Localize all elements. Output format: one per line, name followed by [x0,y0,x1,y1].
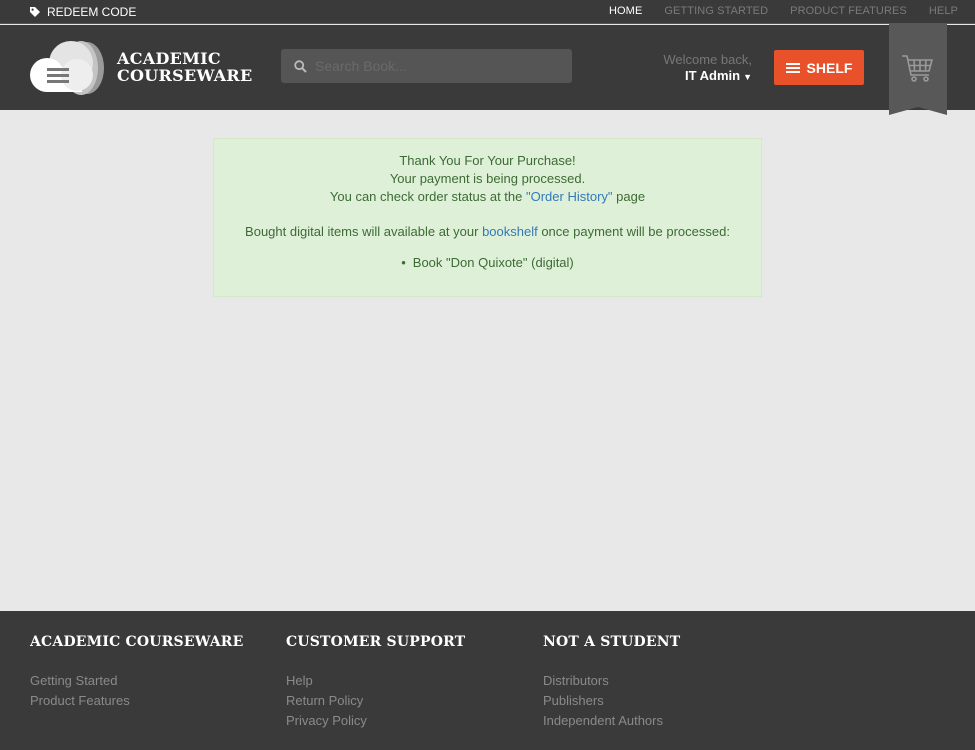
search-input[interactable] [315,58,555,74]
footer-col-academic: ACADEMIC COURSEWARE Getting Started Prod… [30,634,244,711]
purchase-success-alert: Thank You For Your Purchase! Your paymen… [213,138,762,297]
footer-col-not-student: NOT A STUDENT Distributors Publishers In… [543,634,680,731]
hamburger-icon [785,62,800,73]
footer-link-product-features[interactable]: Product Features [30,691,244,711]
main-header: ACADEMIC COURSEWARE Welcome back, IT Adm… [0,23,975,115]
nav-home[interactable]: HOME [609,5,642,17]
caret-down-icon: ▼ [743,72,752,82]
search-box[interactable] [281,49,572,83]
bookshelf-info-prefix: Bought digital items will available at y… [245,224,483,239]
footer-col-title: ACADEMIC COURSEWARE [30,634,244,650]
footer-col-title: CUSTOMER SUPPORT [286,634,466,650]
bookshelf-info-text: Bought digital items will available at y… [214,223,761,241]
purchased-item: Book "Don Quixote" (digital) [214,254,761,272]
purchased-items-list: Book "Don Quixote" (digital) [214,254,761,272]
top-bar: REDEEM CODE HOME GETTING STARTED PRODUCT… [0,0,975,24]
nav-help[interactable]: HELP [929,5,958,17]
footer-link-getting-started[interactable]: Getting Started [30,671,244,691]
thank-you-text: Thank You For Your Purchase! [399,153,576,168]
logo-text: ACADEMIC COURSEWARE [117,50,253,84]
footer: ACADEMIC COURSEWARE Getting Started Prod… [0,611,975,750]
footer-link-independent-authors[interactable]: Independent Authors [543,711,680,731]
shelf-label: SHELF [806,59,853,76]
footer-link-publishers[interactable]: Publishers [543,691,680,711]
order-status-prefix: You can check order status at the [329,189,526,204]
order-status-suffix: page [612,189,646,204]
footer-col-title: NOT A STUDENT [543,634,681,650]
footer-link-help[interactable]: Help [286,671,465,691]
footer-link-distributors[interactable]: Distributors [543,671,680,691]
cart-ribbon[interactable] [889,23,947,117]
footer-link-privacy-policy[interactable]: Privacy Policy [286,711,465,731]
order-status-text: You can check order status at the "Order… [214,188,761,206]
top-nav: HOME GETTING STARTED PRODUCT FEATURES HE… [609,5,975,17]
user-menu[interactable]: Welcome back, IT Admin ▼ [663,52,752,83]
logo-line1: ACADEMIC [117,49,221,68]
footer-col-support: CUSTOMER SUPPORT Help Return Policy Priv… [286,634,465,731]
search-icon [294,59,307,73]
payment-processing-text: Your payment is being processed. [389,171,586,186]
footer-link-return-policy[interactable]: Return Policy [286,691,465,711]
user-name: IT Admin [684,68,741,83]
redeem-code-label: REDEEM CODE [47,5,137,19]
bookshelf-link[interactable]: bookshelf [482,224,538,239]
welcome-text: Welcome back, [663,52,752,67]
logo-line2: COURSEWARE [117,66,253,85]
tag-icon [30,7,40,17]
nav-product-features[interactable]: PRODUCT FEATURES [790,5,907,17]
logo[interactable]: ACADEMIC COURSEWARE [29,37,253,97]
bookshelf-info-suffix: once payment will be processed: [537,224,730,239]
cloud-menu-icon [30,41,104,95]
redeem-code-link[interactable]: REDEEM CODE [29,5,136,19]
order-history-link[interactable]: "Order History" [526,189,613,204]
nav-getting-started[interactable]: GETTING STARTED [664,5,768,17]
shelf-button[interactable]: SHELF [774,50,864,85]
